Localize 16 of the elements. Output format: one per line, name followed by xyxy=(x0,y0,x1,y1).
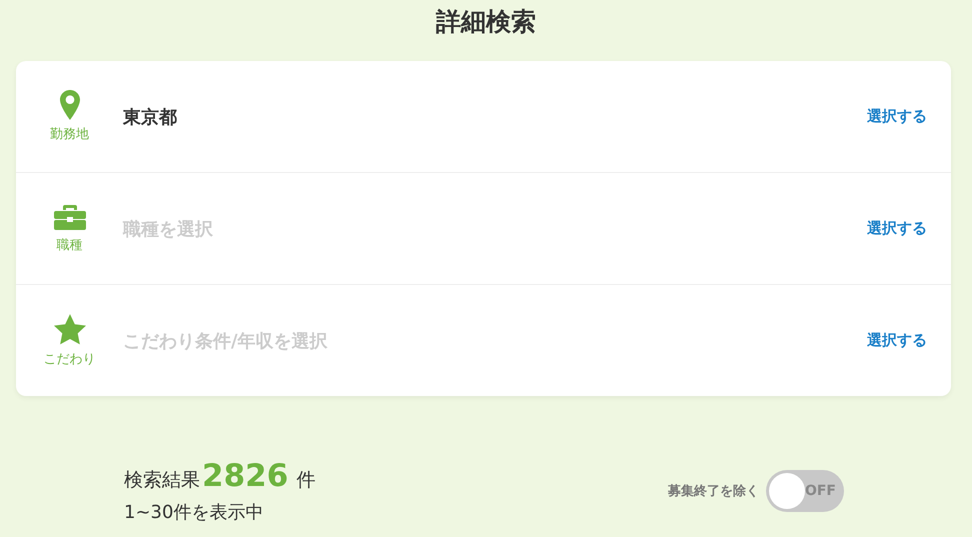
condition-label: 職種 xyxy=(56,237,82,254)
location-pin-icon xyxy=(60,90,80,120)
condition-value: 東京都 xyxy=(123,106,178,128)
select-link[interactable]: 選択する xyxy=(867,331,927,350)
results-range: 1~30件を表示中 xyxy=(124,501,264,524)
page-title: 詳細検索 xyxy=(436,6,536,38)
select-link[interactable]: 選択する xyxy=(867,107,927,126)
select-link[interactable]: 選択する xyxy=(867,219,927,238)
results-label: 検索結果 xyxy=(124,468,200,493)
results-unit: 件 xyxy=(296,468,316,493)
results-count: 2826 xyxy=(202,458,288,494)
briefcase-icon xyxy=(54,203,86,231)
toggle-label: 募集終了を除く xyxy=(668,483,759,500)
condition-label: 勤務地 xyxy=(50,126,89,143)
condition-label: こだわり xyxy=(44,350,96,368)
star-icon xyxy=(54,314,86,344)
